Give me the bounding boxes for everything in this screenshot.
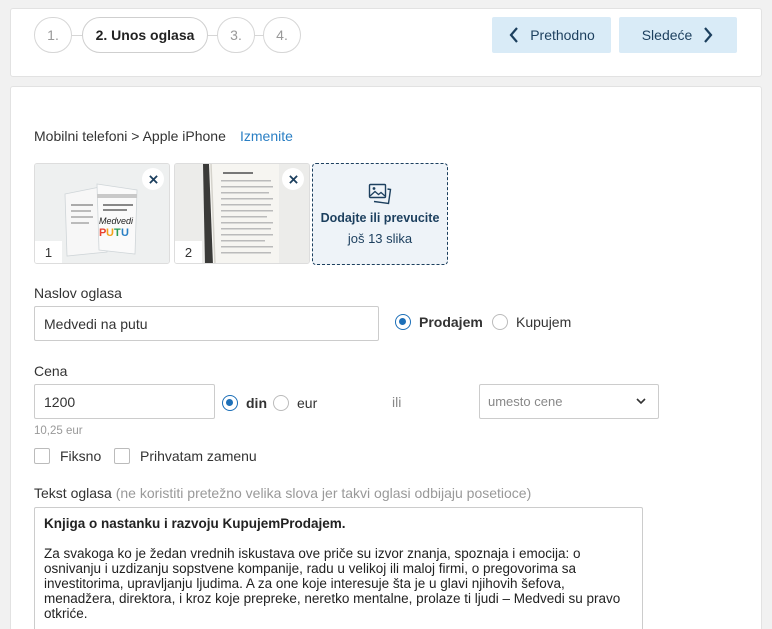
dropzone-title: Dodajte ili prevucite [320, 210, 440, 225]
chevron-left-icon [509, 27, 519, 43]
price-input[interactable] [34, 384, 215, 419]
title-label: Naslov oglasa [34, 285, 122, 301]
sell-label: Prodajem [419, 314, 483, 330]
buy-radio[interactable]: Kupujem [492, 314, 571, 330]
checkbox-box [34, 448, 50, 464]
step-4[interactable]: 4. [263, 17, 301, 53]
photo-thumbnail-1[interactable]: Medvedi P U T U 1 [34, 163, 170, 264]
or-label: ili [392, 394, 402, 410]
previous-label: Prethodno [530, 27, 595, 43]
category-path: Mobilni telefoni > Apple iPhone [34, 128, 226, 144]
photo-thumbnail-2[interactable]: 2 [174, 163, 310, 264]
chevron-right-icon [704, 27, 713, 43]
converted-price: 10,25 eur [34, 425, 83, 437]
accept-exchange-label: Prihvatam zamenu [140, 448, 257, 464]
photo-dropzone[interactable]: Dodajte ili prevucite još 13 slika [312, 163, 448, 265]
price-label: Cena [34, 363, 68, 379]
close-icon [148, 174, 158, 184]
next-button[interactable]: Sledeće [619, 17, 737, 53]
svg-text:T: T [114, 227, 121, 239]
checkbox-box [114, 448, 130, 464]
alternative-price-select[interactable]: umesto cene [479, 384, 659, 419]
radio-circle [273, 395, 289, 411]
description-label-text: Tekst oglasa [34, 485, 112, 501]
currency-din-radio[interactable]: din [222, 395, 267, 411]
description-body: Za svakoga ko je žedan vrednih iskustava… [44, 546, 621, 621]
photo-number: 2 [175, 241, 202, 263]
chevron-down-icon [636, 398, 646, 405]
photo-number: 1 [35, 241, 62, 263]
step-3[interactable]: 3. [217, 17, 255, 53]
currency-eur-radio[interactable]: eur [273, 395, 317, 411]
remove-photo-button[interactable] [282, 168, 304, 190]
step-2-active[interactable]: 2. Unos oglasa [82, 17, 208, 53]
remove-photo-button[interactable] [142, 168, 164, 190]
previous-button[interactable]: Prethodno [492, 17, 611, 53]
fixed-price-checkbox[interactable]: Fiksno [34, 448, 101, 464]
dropzone-subtitle: još 13 slika [347, 230, 413, 246]
description-textarea[interactable]: Knjiga o nastanku i razvoju KupujemProda… [34, 507, 643, 629]
description-hint: (ne koristiti pretežno velika slova jer … [115, 485, 532, 501]
sell-radio[interactable]: Prodajem [395, 314, 483, 330]
next-label: Sledeće [641, 27, 693, 43]
step-1[interactable]: 1. [34, 17, 72, 53]
buy-label: Kupujem [516, 314, 572, 330]
images-icon [368, 183, 392, 204]
svg-text:Medvedi: Medvedi [99, 216, 134, 226]
radio-circle [492, 314, 508, 330]
currency-din-label: din [246, 395, 267, 411]
close-icon [288, 174, 298, 184]
alternative-price-placeholder: umesto cene [488, 394, 563, 409]
change-category-link[interactable]: Izmenite [240, 128, 293, 144]
currency-eur-label: eur [297, 395, 318, 411]
fixed-price-label: Fiksno [60, 448, 102, 464]
svg-text:U: U [106, 227, 114, 239]
description-label: Tekst oglasa (ne koristiti pretežno veli… [34, 485, 531, 501]
radio-circle-checked [222, 395, 238, 411]
description-heading: Knjiga o nastanku i razvoju KupujemProda… [44, 516, 346, 531]
svg-text:U: U [121, 227, 129, 239]
ad-title-input[interactable] [34, 306, 379, 341]
accept-exchange-checkbox[interactable]: Prihvatam zamenu [114, 448, 257, 464]
radio-circle-checked [395, 314, 411, 330]
